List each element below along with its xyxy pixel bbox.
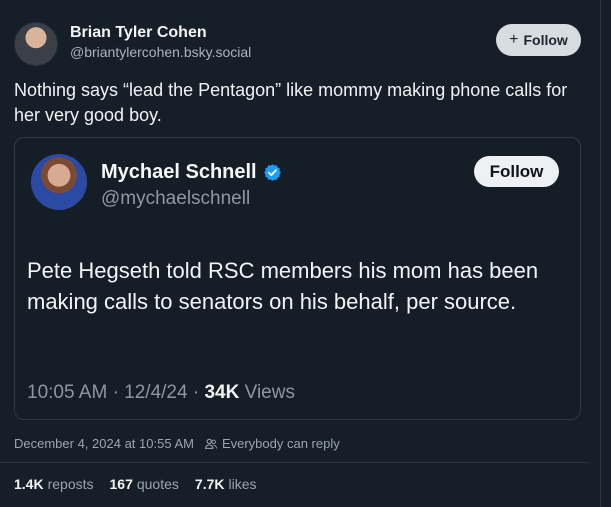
embedded-time[interactable]: 10:05 AM (27, 382, 107, 403)
views-count: 34K (204, 382, 240, 403)
likes-label: likes (228, 476, 257, 492)
quotes-stat[interactable]: 167 quotes (110, 476, 179, 492)
follow-button[interactable]: + Follow (496, 24, 581, 56)
views-label: Views (244, 382, 295, 403)
embedded-date[interactable]: 12/4/24 (124, 382, 187, 403)
verified-badge-icon (263, 164, 281, 181)
quotes-count: 167 (109, 476, 133, 492)
quotes-label: quotes (136, 476, 179, 492)
post-header: Brian Tyler Cohen @briantylercohen.bsky.… (14, 22, 251, 66)
separator: · (192, 382, 200, 403)
reposts-stat[interactable]: 1.4K reposts (14, 476, 94, 492)
likes-stat[interactable]: 7.7K likes (195, 476, 257, 492)
author-name[interactable]: Brian Tyler Cohen (70, 23, 251, 43)
reposts-label: reposts (47, 476, 94, 492)
post-timestamp[interactable]: December 4, 2024 at 10:55 AM (14, 436, 194, 451)
embedded-post-meta: 10:05 AM · 12/4/24 · 34K Views (27, 382, 295, 404)
separator: · (112, 382, 119, 403)
people-icon (205, 438, 217, 449)
author-handle[interactable]: @briantylercohen.bsky.social (70, 43, 251, 61)
embedded-author-name-row: Mychael Schnell (101, 161, 282, 184)
likes-count: 7.7K (194, 476, 225, 492)
embedded-author-avatar[interactable] (31, 154, 87, 210)
post-meta: December 4, 2024 at 10:55 AM Everybody c… (14, 436, 340, 451)
post: Brian Tyler Cohen @briantylercohen.bsky.… (0, 0, 600, 507)
embedded-follow-button[interactable]: Follow (474, 156, 559, 187)
engagement-stats: 1.4K reposts 167 quotes 7.7K likes (14, 476, 257, 492)
embedded-author-name[interactable]: Mychael Schnell (101, 161, 257, 184)
embedded-post-text: Pete Hegseth told RSC members his mom ha… (27, 258, 539, 314)
author-avatar[interactable] (14, 22, 58, 66)
plus-icon: + (509, 31, 519, 48)
embedded-post[interactable]: Mychael Schnell @mychaelschnell Follow P… (14, 137, 581, 420)
right-divider (600, 0, 601, 507)
author-info: Brian Tyler Cohen @briantylercohen.bsky.… (70, 23, 251, 61)
reposts-count: 1.4K (14, 476, 44, 492)
embedded-author-handle[interactable]: @mychaelschnell (101, 188, 250, 210)
follow-button-label: Follow (523, 32, 568, 48)
reply-setting[interactable]: Everybody can reply (222, 436, 340, 451)
post-text: Nothing says “lead the Pentagon” like mo… (14, 80, 568, 125)
stats-divider (0, 462, 589, 463)
